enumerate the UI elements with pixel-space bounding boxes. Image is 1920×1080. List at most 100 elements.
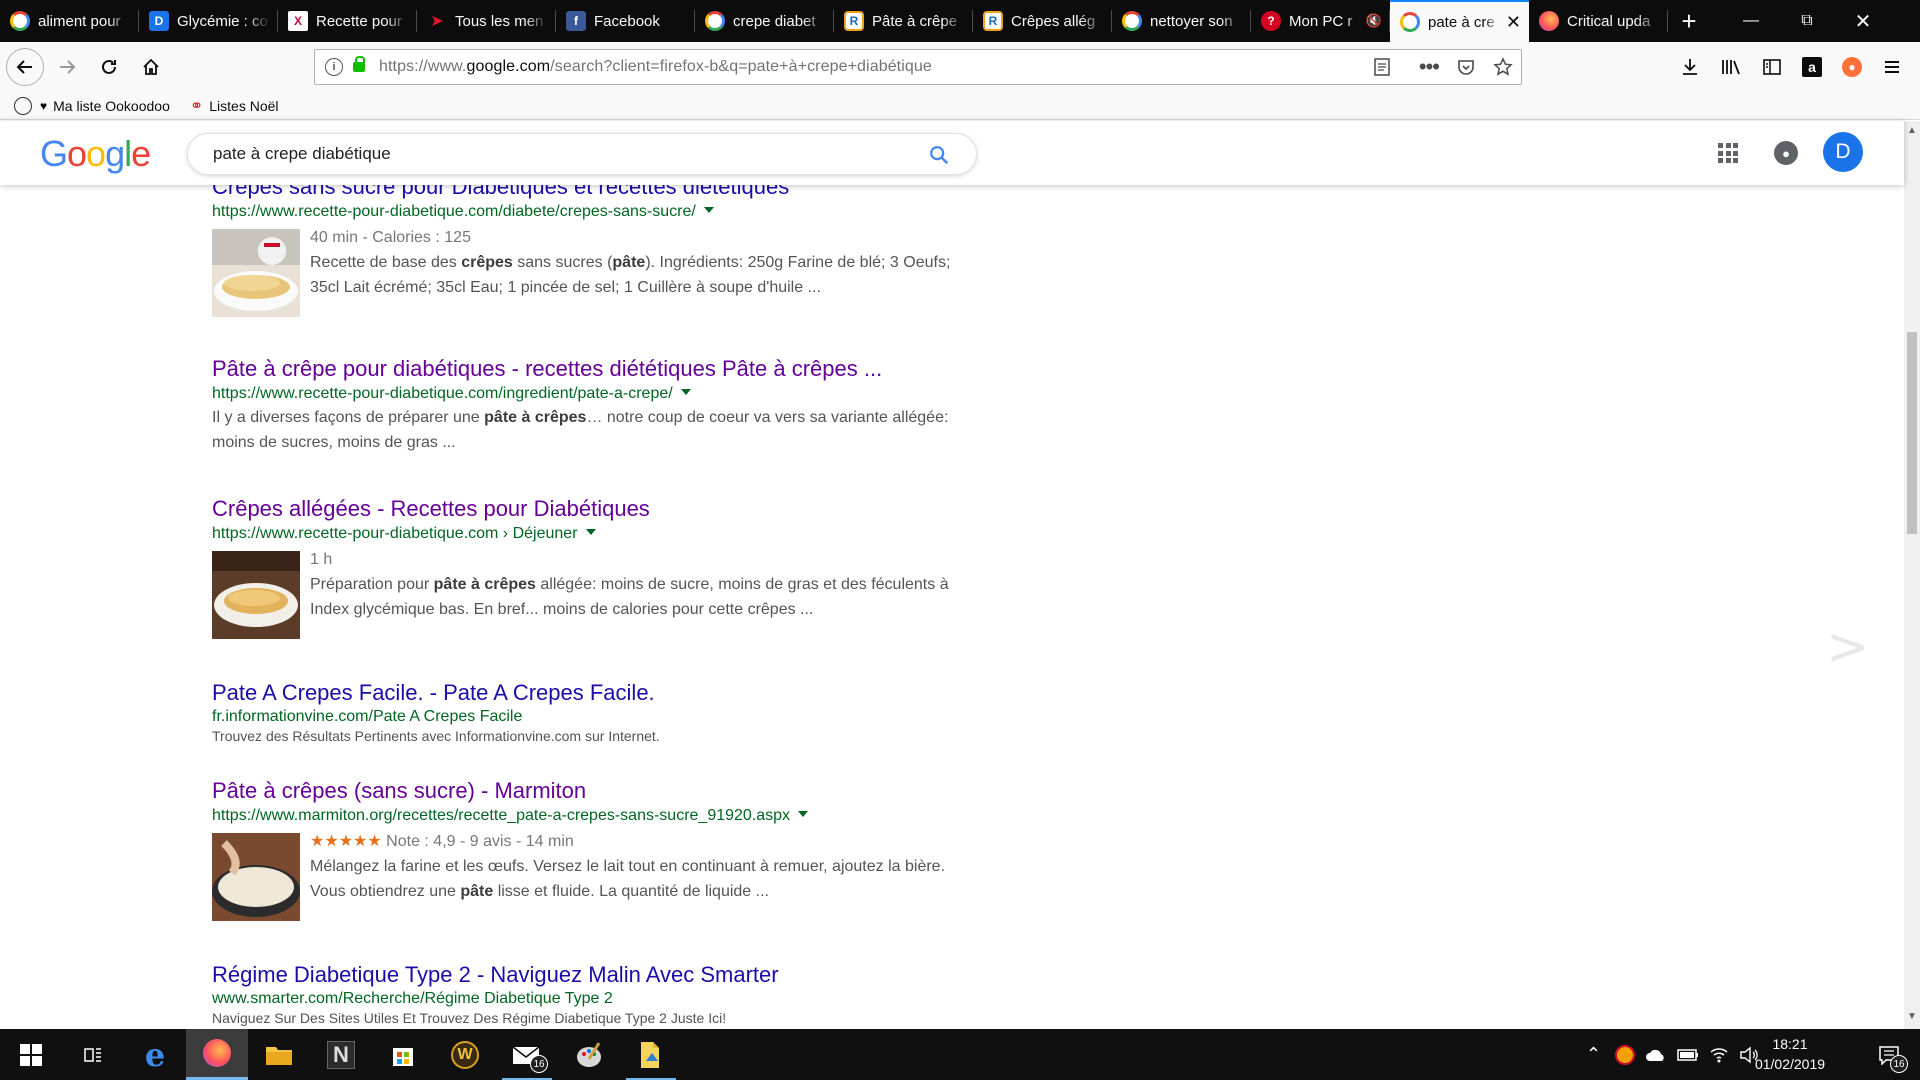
tab[interactable]: aliment pour — [0, 0, 139, 42]
caret-down-icon[interactable] — [680, 389, 691, 395]
result-url[interactable]: fr.informationvine.com/Pate A Crepes Fac… — [212, 707, 972, 727]
result-title-link[interactable]: Pâte à crêpes (sans sucre) - Marmiton — [212, 777, 972, 805]
result-meta: 40 min - Calories : 125 — [310, 229, 471, 246]
task-view-button[interactable] — [62, 1029, 124, 1080]
close-tab-icon[interactable]: ✕ — [1506, 12, 1521, 33]
tab-active[interactable]: pate à cre ✕ — [1390, 0, 1529, 42]
crepe-thumbnail[interactable] — [212, 833, 300, 921]
action-center-button[interactable]: 16 — [1858, 1029, 1920, 1080]
tab[interactable]: f Facebook — [556, 0, 695, 42]
bookmark-star-icon[interactable] — [1493, 57, 1513, 77]
paint-button[interactable] — [558, 1029, 620, 1080]
close-window-button[interactable]: ✕ — [1835, 0, 1891, 42]
minimize-button[interactable]: — — [1723, 0, 1779, 42]
result-url[interactable]: https://www.recette-pour-diabetique.com/… — [212, 383, 972, 405]
scrollbar-thumb[interactable] — [1907, 332, 1917, 534]
caret-down-icon[interactable] — [798, 811, 809, 817]
google-favicon-icon — [10, 11, 30, 31]
sidebar-icon[interactable] — [1762, 57, 1782, 77]
n-app-button[interactable]: N — [310, 1029, 372, 1080]
tab[interactable]: X Recette pour — [278, 0, 417, 42]
google-logo[interactable]: Google — [40, 133, 151, 175]
tab[interactable]: crepe diabet — [695, 0, 834, 42]
file-explorer-button[interactable] — [248, 1029, 310, 1080]
wow-icon: W — [451, 1040, 479, 1069]
notifications-bell-icon[interactable]: ● — [1774, 141, 1798, 165]
start-button[interactable] — [0, 1029, 62, 1080]
search-icon[interactable] — [928, 144, 950, 166]
url-host: google.com — [466, 58, 551, 75]
bookmark-ookoodoo[interactable]: ♥ Ma liste Ookoodoo — [40, 98, 170, 114]
back-button[interactable] — [6, 48, 44, 86]
scrollbar[interactable]: ▲ ▼ — [1904, 121, 1920, 1029]
heart-icon: ♥ — [40, 98, 48, 113]
result-url[interactable]: https://www.marmiton.org/recettes/recett… — [212, 805, 972, 827]
n-app-icon: N — [327, 1040, 355, 1069]
extension-icon[interactable]: ● — [1842, 57, 1862, 77]
bookmark-globe[interactable] — [14, 96, 32, 115]
result-title-link[interactable]: Crêpes allégées - Recettes pour Diabétiq… — [212, 495, 972, 523]
tab[interactable]: D Glycémie : co — [139, 0, 278, 42]
google-favicon-icon — [705, 11, 725, 31]
folder-icon — [266, 1046, 292, 1065]
document-app-button[interactable] — [620, 1029, 682, 1080]
result-url[interactable]: https://www.recette-pour-diabetique.com/… — [212, 201, 972, 223]
avatar[interactable]: D — [1823, 132, 1863, 172]
caret-down-icon[interactable] — [585, 529, 596, 535]
forward-button[interactable] — [48, 48, 86, 86]
search-box[interactable] — [187, 133, 977, 175]
taskbar-clock[interactable]: 18:21 01/02/2019 — [1740, 1034, 1840, 1074]
crepe-thumbnail[interactable] — [212, 229, 300, 317]
result-title-link[interactable]: Pâte à crêpe pour diabétiques - recettes… — [212, 355, 972, 383]
tab[interactable]: R Pâte à crêpe — [834, 0, 973, 42]
download-icon[interactable] — [1680, 57, 1700, 77]
reload-button[interactable] — [90, 48, 128, 86]
amazon-extension-icon[interactable]: a — [1802, 57, 1822, 77]
onedrive-icon[interactable] — [1645, 1048, 1667, 1062]
site-info-icon[interactable]: i — [325, 58, 343, 76]
menu-icon[interactable] — [1882, 57, 1902, 77]
edge-taskbar-button[interactable]: e — [124, 1029, 186, 1080]
url-bar[interactable]: i https://www.google.com/search?client=f… — [314, 49, 1522, 85]
mute-icon[interactable]: 🔇 — [1366, 13, 1382, 29]
url-text[interactable]: https://www.google.com/search?client=fir… — [379, 58, 932, 76]
result-url[interactable]: www.smarter.com/Recherche/Régime Diabeti… — [212, 989, 972, 1009]
store-button[interactable] — [372, 1029, 434, 1080]
search-input[interactable] — [213, 144, 873, 164]
tab[interactable]: nettoyer son — [1112, 0, 1251, 42]
crepe-thumbnail[interactable] — [212, 551, 300, 639]
apps-grid-icon[interactable] — [1718, 143, 1738, 163]
wifi-icon[interactable] — [1709, 1046, 1729, 1064]
tab[interactable]: ➤ Tous les men — [417, 0, 556, 42]
result-title-link[interactable]: Régime Diabetique Type 2 - Naviguez Mali… — [212, 961, 972, 989]
pocket-icon[interactable] — [1457, 58, 1475, 76]
tab[interactable]: ? Mon PC r 🔇 — [1251, 0, 1390, 42]
tab-label: Mon PC r — [1289, 12, 1353, 30]
scroll-down-icon[interactable]: ▼ — [1907, 1011, 1917, 1022]
battery-icon[interactable] — [1677, 1048, 1699, 1062]
reader-view-icon[interactable] — [1373, 58, 1391, 76]
scroll-up-icon[interactable]: ▲ — [1907, 125, 1917, 136]
new-tab-button[interactable]: + — [1668, 0, 1710, 42]
windows-logo-icon — [20, 1043, 42, 1066]
wow-button[interactable]: W — [434, 1029, 496, 1080]
restore-button[interactable]: ⧉ — [1779, 0, 1835, 42]
library-icon[interactable] — [1720, 57, 1742, 77]
antivirus-icon[interactable] — [1615, 1044, 1636, 1065]
bookmark-listes-noel[interactable]: ⚭ Listes Noël — [190, 96, 279, 116]
lock-icon[interactable] — [353, 56, 365, 72]
tab[interactable]: R Crêpes allég — [973, 0, 1112, 42]
task-view-icon — [84, 1047, 101, 1062]
next-arrow-icon[interactable]: > — [1826, 617, 1870, 677]
mail-button[interactable]: 16 — [496, 1029, 558, 1080]
d-favicon-icon: D — [149, 11, 169, 31]
search-result: Crêpes sans sucre pour Diabetiques et re… — [212, 173, 972, 317]
tab[interactable]: Critical upda — [1529, 0, 1668, 42]
chevron-up-icon[interactable]: ⌃ — [1586, 1044, 1601, 1065]
result-title-link[interactable]: Pate A Crepes Facile. - Pate A Crepes Fa… — [212, 679, 972, 707]
page-actions-icon[interactable]: ••• — [1419, 54, 1440, 80]
caret-down-icon[interactable] — [703, 207, 714, 213]
home-button[interactable] — [132, 48, 170, 86]
result-url[interactable]: https://www.recette-pour-diabetique.com … — [212, 523, 972, 545]
firefox-taskbar-button[interactable] — [186, 1029, 248, 1080]
